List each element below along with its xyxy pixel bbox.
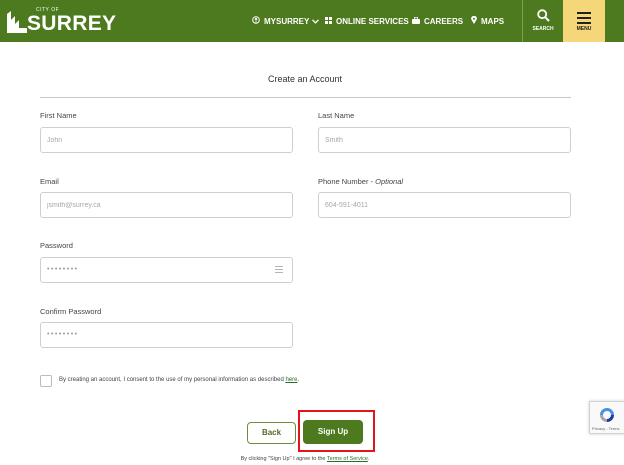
- email-field-wrapper: [40, 192, 293, 218]
- password-manager-icon[interactable]: [275, 266, 283, 275]
- last-name-label: Last Name: [318, 111, 355, 120]
- nav-mysurrey[interactable]: MYSURREY: [252, 0, 320, 42]
- terms-text: By clicking "Sign Up" I agree to the: [240, 456, 327, 462]
- logo-surrey: SURREY: [27, 12, 117, 35]
- briefcase-icon: [412, 16, 420, 26]
- last-name-input[interactable]: [319, 128, 570, 152]
- search-button-label: SEARCH: [532, 26, 554, 32]
- first-name-field-wrapper: [40, 127, 293, 153]
- search-icon: [537, 9, 550, 22]
- nav-online-services[interactable]: ONLINE SERVICES: [325, 0, 409, 42]
- recaptcha-icon: [600, 408, 614, 422]
- recaptcha-links[interactable]: Privacy - Terms: [592, 426, 619, 431]
- confirm-password-input[interactable]: ••••••••: [40, 322, 293, 348]
- email-label: Email: [40, 177, 59, 186]
- page-title: Create an Account: [267, 74, 343, 84]
- sign-up-button[interactable]: Sign Up: [303, 420, 363, 444]
- user-circle-icon: [252, 16, 260, 26]
- menu-button[interactable]: MENU: [563, 0, 605, 42]
- consent-text-body: By creating an account, I consent to the…: [59, 377, 286, 383]
- password-masked-value: ••••••••: [47, 266, 79, 273]
- phone-input[interactable]: [319, 193, 570, 217]
- consent-here-link[interactable]: here: [285, 377, 297, 383]
- confirm-password-masked-value: ••••••••: [47, 331, 79, 338]
- nav-mysurrey-label: MYSURREY: [264, 16, 310, 26]
- password-input[interactable]: ••••••••: [40, 257, 293, 283]
- last-name-field-wrapper: [318, 127, 571, 153]
- city-of-surrey-logo[interactable]: CITY OF SURREY: [6, 5, 116, 37]
- nav-maps-label: MAPS: [481, 16, 505, 26]
- nav-careers-label: CAREERS: [424, 16, 464, 26]
- password-label: Password: [40, 241, 73, 250]
- search-button[interactable]: SEARCH: [522, 0, 563, 42]
- consent-text-suffix: .: [297, 377, 300, 383]
- nav-online-services-label: ONLINE SERVICES: [336, 16, 409, 26]
- email-input[interactable]: [41, 193, 292, 217]
- consent-text: By creating an account, I consent to the…: [59, 377, 299, 383]
- back-button[interactable]: Back: [247, 422, 296, 444]
- consent-checkbox[interactable]: [40, 375, 52, 387]
- title-divider: [40, 97, 571, 98]
- nav-careers[interactable]: CAREERS: [412, 0, 463, 42]
- phone-field-wrapper: [318, 192, 571, 218]
- terms-suffix: .: [367, 456, 370, 462]
- first-name-label: First Name: [40, 111, 77, 120]
- recaptcha-badge[interactable]: Privacy - Terms: [589, 401, 624, 434]
- phone-label-text: Phone Number: [318, 177, 369, 186]
- nav-maps[interactable]: MAPS: [471, 0, 504, 42]
- hamburger-icon: [577, 12, 591, 27]
- chevron-down-icon: [312, 17, 320, 26]
- first-name-input[interactable]: [41, 128, 292, 152]
- confirm-password-label: Confirm Password: [40, 307, 102, 316]
- site-header: CITY OF SURREY MYSURREY ONLINE SERVICES …: [0, 0, 624, 42]
- terms-of-service-link[interactable]: Terms of Service: [327, 456, 368, 462]
- grid-icon: [325, 16, 332, 26]
- map-pin-icon: [471, 15, 477, 26]
- phone-label: Phone Number - Optional: [318, 177, 403, 186]
- logo-mark-icon: [7, 11, 27, 33]
- menu-button-label: MENU: [576, 26, 592, 32]
- phone-optional-text: - Optional: [368, 177, 404, 186]
- terms-notice: By clicking "Sign Up" I agree to the Ter…: [0, 456, 610, 462]
